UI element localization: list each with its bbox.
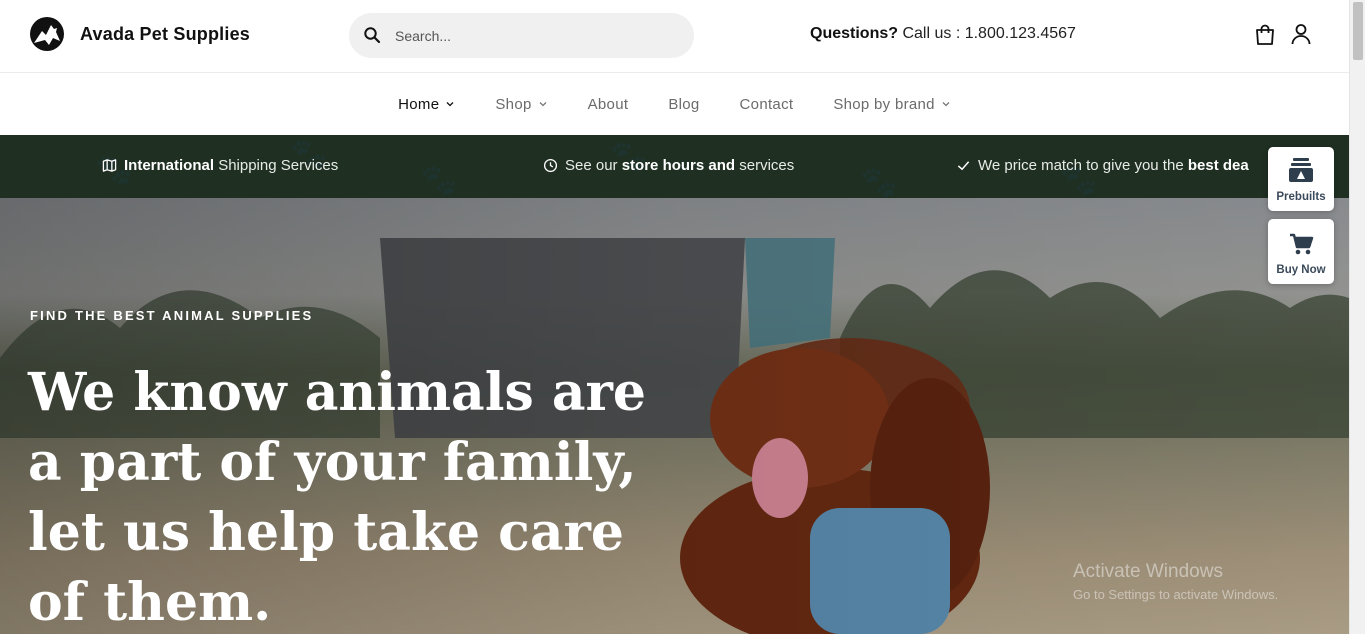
prebuilts-widget[interactable]: Prebuilts [1268,147,1334,211]
promo-hours-rest: services [739,157,795,174]
layers-icon [1289,158,1313,182]
promo-price-bold: best dea [1187,157,1249,174]
nav-item-shop[interactable]: Shop [495,96,547,113]
paw-pattern-icon: 🐾 [860,166,898,198]
prebuilts-label: Prebuilts [1276,191,1326,203]
nav-item-home[interactable]: Home [398,96,455,113]
contact-phone[interactable]: Call us : 1.800.123.4567 [902,25,1075,42]
promo-hours-pre: See our [565,157,618,174]
nav-item-label: Shop [495,95,532,113]
chevron-down-icon [539,102,547,107]
buy-now-widget[interactable]: Buy Now [1268,219,1334,284]
paw-pattern-icon: 🐾 [420,164,458,197]
user-icon[interactable] [1289,22,1313,46]
promo-shipping-bold: International [124,157,215,174]
promo-bar: 🐾 🐾 🐾 🐾 🐾 🐾 International Shipping Servi… [0,135,1349,198]
chevron-down-icon [446,102,454,107]
activation-watermark-text: Go to Settings to activate Windows. [1073,587,1279,602]
nav-item-label: Home [398,95,440,113]
check-icon [957,161,970,171]
contact-prefix: Questions? [810,25,899,42]
nav-item-label: Shop by brand [833,95,935,113]
promo-shipping-text: Shipping Services [218,157,339,174]
chevron-down-icon [942,102,950,107]
search-icon[interactable] [363,26,381,44]
brand-name[interactable]: Avada Pet Supplies [80,24,250,45]
cart-icon[interactable] [1253,23,1277,47]
promo-hours-bold: store hours and [621,157,736,174]
scrollbar-thumb[interactable] [1353,2,1363,60]
nav-item-label: Contact [739,95,794,113]
hero-kicker: FIND THE BEST ANIMAL SUPPLIES [30,308,314,323]
main-nav: Home Shop About Blog Contact Shop by bra… [0,73,1349,135]
map-icon [102,159,117,172]
nav-item-label: About [587,95,629,113]
nav-item-shop-by-brand[interactable]: Shop by brand [833,96,950,113]
promo-price-match[interactable]: We price match to give you the best dea [956,157,1249,174]
promo-price-pre: We price match to give you the [978,157,1184,174]
nav-item-about[interactable]: About [588,96,629,113]
nav-item-contact[interactable]: Contact [740,96,794,113]
page-scrollbar[interactable] [1349,0,1365,634]
promo-shipping[interactable]: International Shipping Services [102,157,338,174]
search-bar[interactable] [349,13,694,58]
site-header: Avada Pet Supplies Questions? Call us : … [0,0,1349,73]
buy-now-label: Buy Now [1276,264,1326,276]
brand-logo-icon[interactable] [29,16,65,52]
search-input[interactable] [395,13,675,58]
clock-icon [543,158,558,173]
activation-watermark-title: Activate Windows [1073,561,1223,582]
contact-info: Questions? Call us : 1.800.123.4567 [810,25,1076,43]
hero-headline: We know animals are a part of your famil… [28,362,647,633]
promo-store-hours[interactable]: See our store hours and services [543,157,794,174]
nav-item-blog[interactable]: Blog [668,96,699,113]
nav-item-label: Blog [668,95,700,113]
cart-icon [1290,233,1314,255]
